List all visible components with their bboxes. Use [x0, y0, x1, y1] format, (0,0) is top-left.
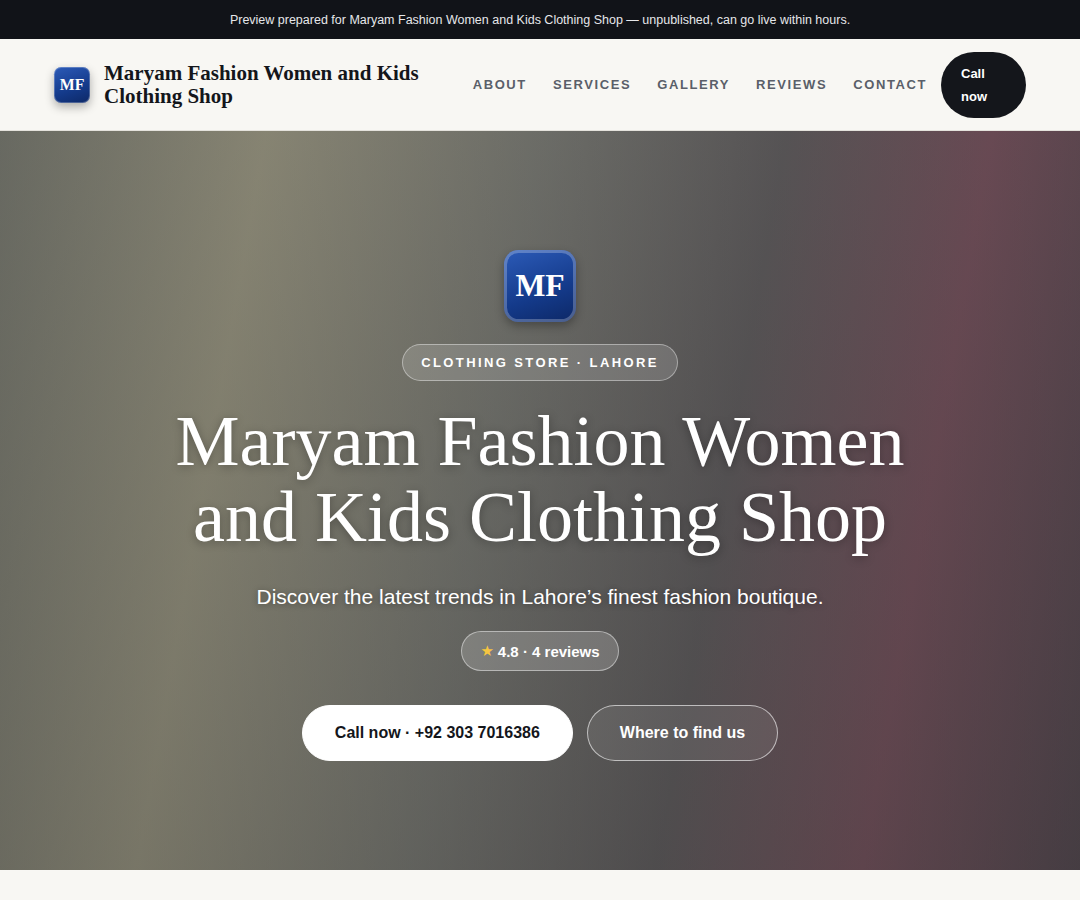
category-tag: CLOTHING STORE · LAHORE	[402, 344, 678, 381]
nav-link[interactable]: ABOUT	[473, 77, 527, 92]
nav-link[interactable]: GALLERY	[657, 77, 730, 92]
nav: ABOUT SERVICES GALLERY REVIEWS CONTACT Call n…	[473, 52, 1026, 118]
site-header: MF Maryam Fashion Women and Kids Clothing…	[0, 39, 1080, 131]
star-icon: ★	[480, 642, 493, 660]
page: Preview prepared for Maryam Fashion Wome…	[0, 0, 1080, 900]
hero-buttons: Call now · +92 303 7016386Where to find …	[302, 705, 778, 761]
brand[interactable]: MF Maryam Fashion Women and Kids Clothing…	[54, 62, 464, 108]
nav-link[interactable]: CONTACT	[853, 77, 927, 92]
nav-link[interactable]: SERVICES	[553, 77, 631, 92]
directions-button[interactable]: Where to find us	[587, 705, 778, 761]
next-section	[0, 870, 1080, 900]
preview-banner: Preview prepared for Maryam Fashion Wome…	[0, 0, 1080, 39]
hero-title: Maryam Fashion Women and Kids Clothing S…	[160, 403, 920, 555]
hero-subtitle: Discover the latest trends in Lahore’s f…	[257, 585, 824, 609]
rating-badge: ★4.8 · 4 reviews	[461, 631, 618, 671]
brand-name: Maryam Fashion Women and Kids Clothing S…	[104, 62, 464, 108]
call-button[interactable]: Call now	[941, 52, 1026, 118]
hero-logo: MF	[504, 250, 576, 322]
call-now-button[interactable]: Call now · +92 303 7016386	[302, 705, 573, 761]
logo: MF	[54, 67, 90, 103]
hero: MF CLOTHING STORE · LAHORE Maryam Fashion …	[0, 131, 1080, 870]
nav-link[interactable]: REVIEWS	[756, 77, 827, 92]
